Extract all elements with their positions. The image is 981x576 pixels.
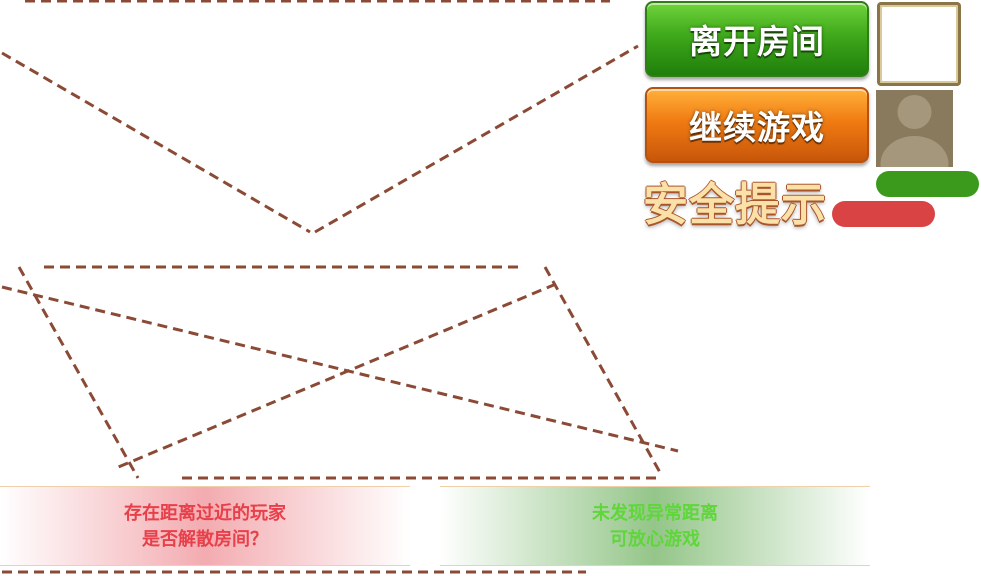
safe-status-bar: [876, 171, 979, 197]
warning-line-2: 是否解散房间？: [142, 529, 268, 550]
distance-line: [1, 51, 311, 234]
distance-line: [1, 285, 679, 453]
distance-line: [115, 282, 557, 470]
player-avatar-frame[interactable]: [877, 2, 961, 86]
warning-line-1: 存在距离过近的玩家: [124, 503, 286, 524]
leave-room-button[interactable]: 离开房间: [645, 1, 869, 77]
distance-line: [543, 266, 664, 477]
warning-message: 存在距离过近的玩家 是否解散房间？: [0, 501, 410, 553]
safe-panel: 未发现异常距离 可放心游戏: [440, 486, 870, 566]
safe-message: 未发现异常距离 可放心游戏: [440, 501, 870, 553]
safety-tip-title: 安全提示: [643, 178, 828, 231]
safe-line-1: 未发现异常距离: [592, 503, 718, 524]
distance-line: [17, 266, 140, 479]
safe-line-2: 可放心游戏: [610, 529, 700, 550]
distance-line: [314, 44, 639, 234]
continue-game-button[interactable]: 继续游戏: [645, 87, 869, 163]
warning-panel: 存在距离过近的玩家 是否解散房间？: [0, 486, 410, 566]
default-user-icon: [880, 95, 949, 167]
player-avatar[interactable]: [876, 90, 953, 167]
continue-game-label: 继续游戏: [689, 108, 825, 147]
warning-status-bar: [832, 201, 935, 227]
leave-room-label: 离开房间: [689, 22, 825, 61]
